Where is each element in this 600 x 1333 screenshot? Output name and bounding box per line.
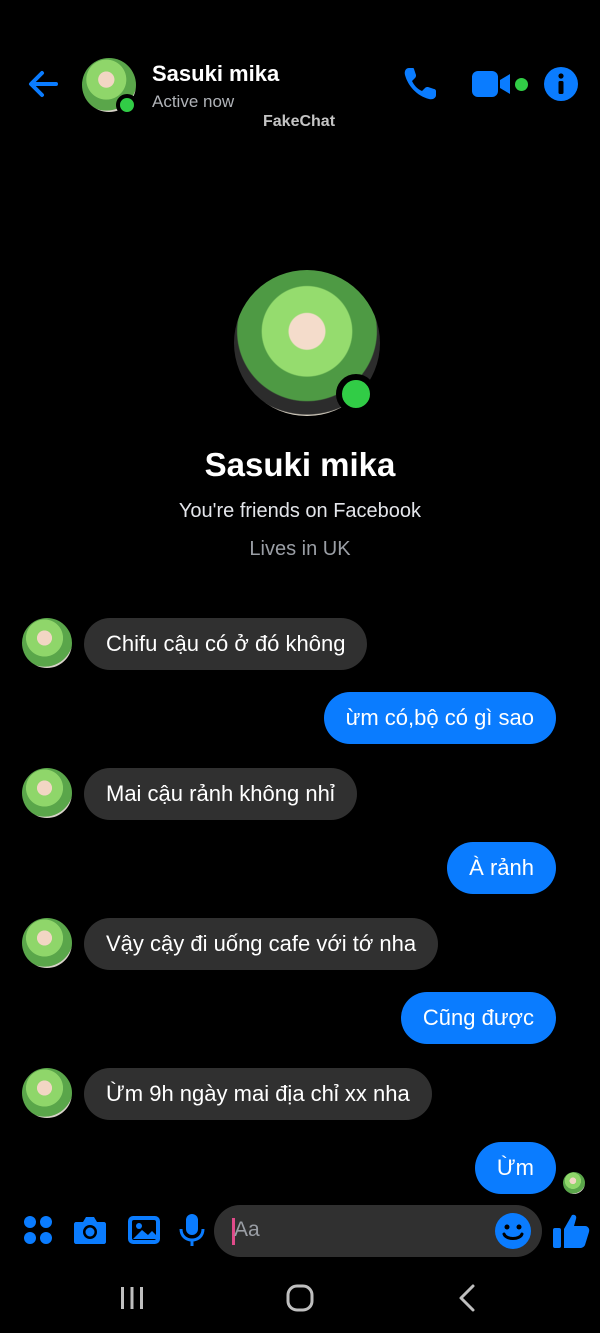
message-input[interactable]: Aa [214, 1205, 542, 1257]
recent-apps-icon[interactable] [112, 1278, 152, 1318]
chat-header: Sasuki mika Active now FakeChat [0, 0, 600, 150]
call-active-dot [515, 78, 528, 91]
message-placeholder: Aa [234, 1218, 260, 1241]
sender-avatar[interactable] [22, 768, 72, 818]
apps-icon[interactable] [18, 1210, 58, 1250]
friends-status: You're friends on Facebook [178, 500, 422, 522]
sender-avatar[interactable] [22, 1068, 72, 1118]
home-icon[interactable] [280, 1278, 320, 1318]
incoming-message[interactable]: Mai cậu rảnh không nhỉ [84, 768, 357, 820]
outgoing-message[interactable]: ừm có,bộ có gì sao [323, 692, 556, 744]
seen-avatar [563, 1172, 585, 1194]
outgoing-message[interactable]: À rảnh [447, 842, 556, 894]
contact-name[interactable]: Sasuki mika [152, 61, 279, 87]
sender-avatar[interactable] [22, 618, 72, 668]
incoming-message[interactable]: Chifu cậu có ở đó không [84, 618, 368, 670]
active-status: Active now [152, 92, 235, 111]
profile-name: Sasuki mika [204, 446, 396, 483]
back-arrow-icon[interactable] [22, 62, 66, 106]
gallery-icon[interactable] [124, 1210, 164, 1250]
online-status-dot [116, 94, 138, 116]
incoming-message[interactable]: Ừm 9h ngày mai địa chỉ xx nha [84, 1068, 432, 1120]
camera-icon[interactable] [70, 1210, 110, 1250]
lives-in: Lives in UK [249, 538, 351, 560]
phone-icon[interactable] [400, 64, 440, 104]
incoming-message[interactable]: Vậy cậy đi uống cafe với tớ nha [84, 918, 439, 970]
profile-online-dot [336, 374, 376, 414]
system-navigation-bar [0, 1262, 600, 1333]
thumbs-up-icon[interactable] [550, 1210, 592, 1252]
app-watermark: FakeChat [263, 113, 336, 130]
info-icon[interactable] [543, 66, 579, 102]
sender-avatar[interactable] [22, 918, 72, 968]
emoji-icon[interactable] [494, 1212, 532, 1250]
back-icon[interactable] [448, 1278, 488, 1318]
outgoing-message[interactable]: Cũng được [400, 992, 556, 1044]
microphone-icon[interactable] [172, 1210, 212, 1250]
outgoing-message[interactable]: Ừm [474, 1142, 556, 1194]
video-camera-icon[interactable] [470, 66, 514, 102]
